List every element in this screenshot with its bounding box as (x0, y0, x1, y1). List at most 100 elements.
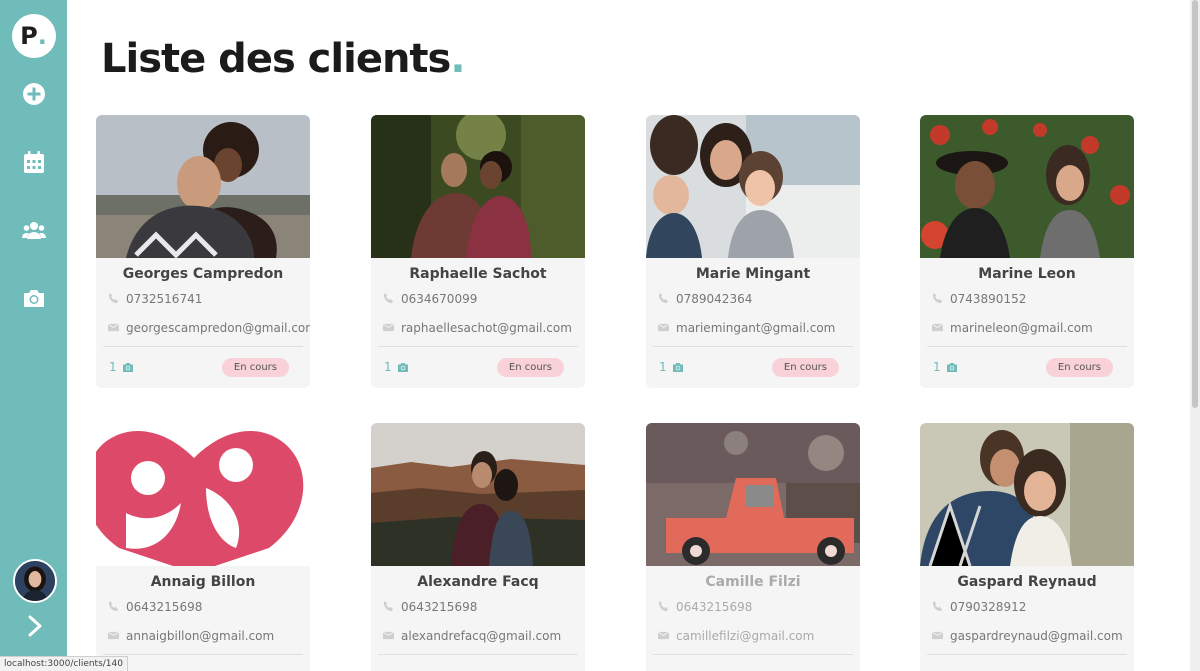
client-name[interactable]: Marine Leon (920, 266, 1134, 284)
client-phone: 0789042364 (646, 284, 860, 313)
card-footer: 1 En cours (646, 347, 860, 387)
logo-dot: . (37, 22, 47, 50)
browser-status-url: localhost:3000/clients/140 (0, 656, 128, 671)
client-photo (96, 115, 310, 258)
client-card[interactable]: Annaig Billon 0643215698 annaigbillon@gm… (96, 423, 310, 671)
client-email-text: georgescampredon@gmail.com (126, 320, 310, 335)
client-card[interactable]: Georges Campredon 0732516741 georgescamp… (96, 115, 310, 388)
client-phone-text: 0643215698 (676, 599, 753, 614)
client-email-text: mariemingant@gmail.com (676, 320, 836, 335)
photo-count-value: 1 (933, 360, 941, 374)
scrollbar-thumb[interactable] (1192, 0, 1198, 408)
card-footer: 1 En cours (371, 347, 585, 387)
photo-count-value: 1 (659, 360, 667, 374)
client-photo (920, 115, 1134, 258)
client-email-text: camillefilzi@gmail.com (676, 628, 815, 643)
envelope-icon (658, 323, 669, 332)
logo-letter: P (20, 22, 38, 50)
client-email: raphaellesachot@gmail.com (371, 313, 585, 342)
phone-icon (108, 293, 119, 304)
client-name[interactable]: Camille Filzi (646, 574, 860, 592)
photo-count-value: 1 (109, 360, 117, 374)
photo-count: 1 (384, 360, 409, 374)
client-name[interactable]: Gaspard Reynaud (920, 574, 1134, 592)
client-phone-text: 0634670099 (401, 291, 478, 306)
phone-icon (658, 293, 669, 304)
card-footer: 1 En cours (920, 347, 1134, 387)
client-phone-text: 0643215698 (126, 599, 203, 614)
phone-icon (932, 293, 943, 304)
page-scrollbar[interactable] (1190, 0, 1200, 671)
client-phone-text: 0643215698 (401, 599, 478, 614)
client-phone: 0643215698 (371, 592, 585, 621)
client-phone: 0634670099 (371, 284, 585, 313)
client-card[interactable]: Camille Filzi 0643215698 camillefilzi@gm… (646, 423, 860, 671)
phone-icon (932, 601, 943, 612)
camera-icon (672, 362, 683, 372)
client-photo (371, 115, 585, 258)
app-logo[interactable]: P. (11, 14, 56, 58)
client-card[interactable]: Gaspard Reynaud 0790328912 gaspardreynau… (920, 423, 1134, 671)
photo-count: 1 (109, 360, 134, 374)
client-email: gaspardreynaud@gmail.com (920, 621, 1134, 650)
client-phone-text: 0790328912 (950, 599, 1027, 614)
page-title: Liste des clients. (101, 36, 466, 82)
page-title-dot: . (450, 36, 465, 82)
client-email: georgescampredon@gmail.com (96, 313, 310, 342)
client-phone-text: 0732516741 (126, 291, 203, 306)
client-photo (96, 423, 310, 566)
client-email-text: raphaellesachot@gmail.com (401, 320, 572, 335)
client-photo (371, 423, 585, 566)
client-email: annaigbillon@gmail.com (96, 621, 310, 650)
phone-icon (658, 601, 669, 612)
status-badge[interactable]: En cours (1045, 357, 1113, 377)
client-phone-text: 0789042364 (676, 291, 753, 306)
main-content: Liste des clients. Georges Campredon 073… (67, 0, 1190, 671)
client-card[interactable]: Marine Leon 0743890152 marineleon@gmail.… (920, 115, 1134, 388)
user-avatar[interactable] (13, 559, 57, 603)
client-card[interactable]: Marie Mingant 0789042364 mariemingant@gm… (646, 115, 860, 388)
client-email: marineleon@gmail.com (920, 313, 1134, 342)
client-photo (646, 423, 860, 566)
client-name[interactable]: Raphaelle Sachot (371, 266, 585, 284)
chevron-right-icon[interactable] (24, 614, 46, 638)
envelope-icon (383, 323, 394, 332)
client-name[interactable]: Alexandre Facq (371, 574, 585, 592)
client-email-text: marineleon@gmail.com (950, 320, 1093, 335)
card-divider (378, 654, 578, 655)
card-divider (653, 654, 853, 655)
envelope-icon (108, 631, 119, 640)
client-photo (646, 115, 860, 258)
client-email-text: alexandrefacq@gmail.com (401, 628, 562, 643)
users-icon[interactable] (20, 216, 48, 244)
envelope-icon (932, 323, 943, 332)
status-badge[interactable]: En cours (771, 357, 839, 377)
client-card[interactable]: Raphaelle Sachot 0634670099 raphaellesac… (371, 115, 585, 388)
phone-icon (108, 601, 119, 612)
sidebar: P. (0, 0, 67, 671)
client-card[interactable]: Alexandre Facq 0643215698 alexandrefacq@… (371, 423, 585, 671)
card-footer: 1 En cours (96, 347, 310, 387)
client-phone: 0643215698 (96, 592, 310, 621)
status-badge[interactable]: En cours (221, 357, 289, 377)
client-email: mariemingant@gmail.com (646, 313, 860, 342)
client-name[interactable]: Annaig Billon (96, 574, 310, 592)
client-name[interactable]: Georges Campredon (96, 266, 310, 284)
client-phone: 0790328912 (920, 592, 1134, 621)
status-badge[interactable]: En cours (496, 357, 564, 377)
photo-count: 1 (933, 360, 958, 374)
phone-icon (383, 601, 394, 612)
client-email-text: annaigbillon@gmail.com (126, 628, 275, 643)
plus-circle-icon[interactable] (20, 80, 48, 108)
card-divider (103, 654, 303, 655)
calendar-icon[interactable] (20, 148, 48, 176)
camera-icon (122, 362, 133, 372)
sidebar-nav (20, 80, 48, 312)
client-name[interactable]: Marie Mingant (646, 266, 860, 284)
photo-count: 1 (659, 360, 684, 374)
client-phone: 0732516741 (96, 284, 310, 313)
card-divider (927, 654, 1127, 655)
camera-icon[interactable] (20, 284, 48, 312)
envelope-icon (658, 631, 669, 640)
envelope-icon (383, 631, 394, 640)
